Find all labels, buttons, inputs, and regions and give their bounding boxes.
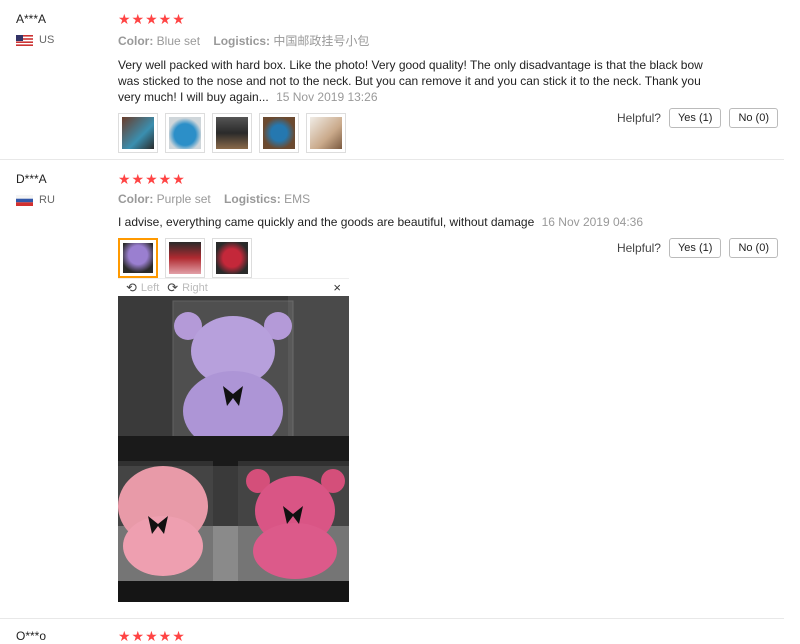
country-code: US	[39, 34, 55, 46]
helpful-yes-button[interactable]: Yes (1)	[668, 238, 722, 258]
rotate-left-label[interactable]: Left	[141, 282, 159, 294]
helpful-votes: Helpful? Yes (1) No (0)	[617, 108, 778, 128]
reviewer-info: A***A US	[16, 12, 54, 46]
review-photo-thumb[interactable]	[212, 113, 252, 153]
review-content: ★★★★★ Color: Purple set Logistics: EMS I…	[118, 172, 708, 278]
image-viewer-toolbar: ⟲ Left ⟳ Right ×	[118, 278, 349, 296]
review-date: 15 Nov 2019 13:26	[276, 90, 378, 104]
helpful-label: Helpful?	[616, 111, 661, 125]
color-value: Blue set	[156, 34, 201, 48]
star-rating: ★★★★★	[118, 11, 186, 27]
rotate-right-icon[interactable]: ⟳	[167, 280, 178, 296]
review-text: I advise, everything came quickly and th…	[118, 215, 535, 229]
ru-flag-icon	[16, 194, 33, 206]
review-photo-thumb[interactable]	[259, 113, 299, 153]
review-text-block: Very well packed with hard box. Like the…	[118, 57, 708, 105]
star-rating: ★★★★★	[118, 628, 186, 644]
review-attributes: Color: Purple set Logistics: EMS	[118, 192, 708, 206]
reviewer-info: O***o	[16, 629, 46, 643]
teddy-bear-photo-image	[118, 296, 349, 602]
close-icon[interactable]: ×	[333, 280, 341, 295]
review-item: O***o ★★★★★	[0, 619, 784, 643]
country-code: RU	[39, 194, 55, 206]
reviewer-name: A***A	[16, 12, 47, 26]
logistics-label: Logistics:	[213, 34, 271, 48]
logistics-label: Logistics:	[224, 192, 281, 206]
rotate-right-label[interactable]: Right	[182, 282, 208, 294]
review-photo-thumb[interactable]	[212, 238, 252, 278]
helpful-label: Helpful?	[616, 241, 661, 255]
helpful-votes: Helpful? Yes (1) No (0)	[617, 238, 778, 258]
color-label: Color:	[118, 192, 154, 206]
review-content: ★★★★★	[118, 629, 708, 643]
reviewer-info: D***A RU	[16, 172, 55, 206]
enlarged-review-photo	[118, 296, 349, 602]
reviewer-country: US	[16, 34, 54, 46]
helpful-no-button[interactable]: No (0)	[729, 238, 778, 258]
reviewer-name: O***o	[16, 629, 47, 643]
color-label: Color:	[118, 34, 154, 48]
review-photo-thumb[interactable]	[165, 238, 205, 278]
review-date: 16 Nov 2019 04:36	[541, 215, 644, 229]
logistics-value: 中国邮政挂号小包	[273, 34, 370, 48]
reviewer-country: RU	[16, 194, 55, 206]
reviewer-name: D***A	[16, 172, 47, 186]
review-text-block: I advise, everything came quickly and th…	[118, 214, 708, 230]
review-item: A***A US ★★★★★ Color: Blue set Logistics…	[0, 0, 784, 160]
review-photo-thumb-selected[interactable]	[118, 238, 158, 278]
review-attributes: Color: Blue set Logistics: 中国邮政挂号小包	[118, 32, 708, 49]
helpful-no-button[interactable]: No (0)	[729, 108, 778, 128]
review-text: Very well packed with hard box. Like the…	[118, 58, 703, 104]
color-value: Purple set	[156, 192, 211, 206]
helpful-yes-button[interactable]: Yes (1)	[668, 108, 722, 128]
review-content: ★★★★★ Color: Blue set Logistics: 中国邮政挂号小…	[118, 12, 708, 153]
review-photo-thumb[interactable]	[306, 113, 346, 153]
rotate-left-icon[interactable]: ⟲	[126, 280, 137, 296]
logistics-value: EMS	[284, 192, 311, 206]
review-photo-thumb[interactable]	[165, 113, 205, 153]
review-photo-thumb[interactable]	[118, 113, 158, 153]
star-rating: ★★★★★	[118, 171, 186, 187]
us-flag-icon	[16, 34, 33, 46]
